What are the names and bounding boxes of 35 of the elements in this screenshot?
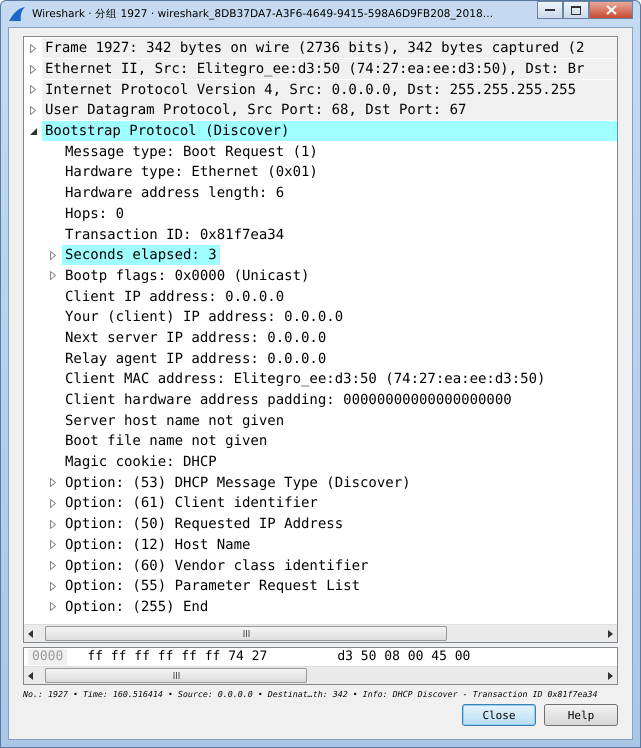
dialog-button[interactable]: Help [544, 704, 618, 726]
tree-item[interactable]: Internet Protocol Version 4, Src: 0.0.0.0, Dst: 255.255.255.255 [42, 80, 617, 100]
tree-item[interactable]: Next server IP address: 0.0.0.0 [62, 328, 330, 348]
hex-offset: 0000 [28, 649, 68, 665]
tree-item[interactable]: Server host name not given [62, 410, 288, 431]
tree-item[interactable]: Seconds elapsed: 3 [62, 245, 220, 266]
tree-item[interactable]: Option: (61) Client identifier [62, 493, 321, 514]
packet-summary: No.: 1927 • Time: 160.516414 • Source: 0.0.0.0 • Destinat…th: 342 • Info: DHCP Discover - Transaction ID 0x81f7ea34 [23, 689, 598, 700]
tree-item[interactable]: Hardware address length: 6 [62, 183, 288, 204]
hex-bytes: ff ff ff ff ff ff 74 27 [87, 649, 268, 665]
dialog-button[interactable]: Close [462, 704, 536, 726]
tree-item[interactable]: Hardware type: Ethernet (0x01) [62, 162, 321, 182]
tree-item[interactable]: Message type: Boot Request (1) [62, 142, 321, 162]
tree-item[interactable]: Option: (60) Vendor class identifier [62, 556, 372, 576]
tree-item[interactable]: Bootstrap Protocol (Discover) [42, 121, 617, 142]
tree-item[interactable]: Option: (12) Host Name [62, 534, 254, 555]
tree-item[interactable]: User Datagram Protocol, Src Port: 68, Dst Port: 67 [42, 100, 617, 120]
tree-item[interactable]: Option: (50) Requested IP Address [62, 514, 346, 534]
tree-item[interactable]: Client IP address: 0.0.0.0 [62, 286, 288, 307]
tree-item[interactable]: Client MAC address: Elitegro_ee:d3:50 (74:27:ea:ee:d3:50) [62, 369, 548, 390]
tree-item[interactable]: Transaction ID: 0x81f7ea34 [62, 224, 288, 245]
tree-item[interactable]: Magic cookie: DHCP [62, 452, 220, 472]
tree-item[interactable]: Client hardware address padding: 00000000000000000000 [62, 390, 515, 410]
hex-bytes: d3 50 08 00 45 00 [337, 649, 470, 665]
window-title: Wireshark · 分组 1927 · wireshark_8DB37DA7-A3F6-4649-9415-598A6D9FB208_2018… [32, 7, 494, 21]
tree-item[interactable]: Relay agent IP address: 0.0.0.0 [62, 348, 330, 369]
tree-item[interactable]: Your (client) IP address: 0.0.0.0 [62, 307, 346, 328]
tree-item[interactable]: Bootp flags: 0x0000 (Unicast) [62, 266, 312, 286]
tree-item[interactable]: Option: (53) DHCP Message Type (Discover) [62, 472, 414, 493]
tree-item[interactable]: Boot file name not given [62, 431, 270, 452]
tree-item[interactable]: Frame 1927: 342 bytes on wire (2736 bits), 342 bytes captured (2 [42, 38, 617, 58]
tree-item[interactable]: Hops: 0 [62, 204, 128, 224]
tree-item[interactable]: Option: (255) End [62, 596, 212, 617]
tree-item[interactable]: Option: (55) Parameter Request List [62, 576, 364, 596]
tree-item[interactable]: Ethernet II, Src: Elitegro_ee:d3:50 (74:27:ea:ee:d3:50), Dst: Br [42, 59, 617, 80]
